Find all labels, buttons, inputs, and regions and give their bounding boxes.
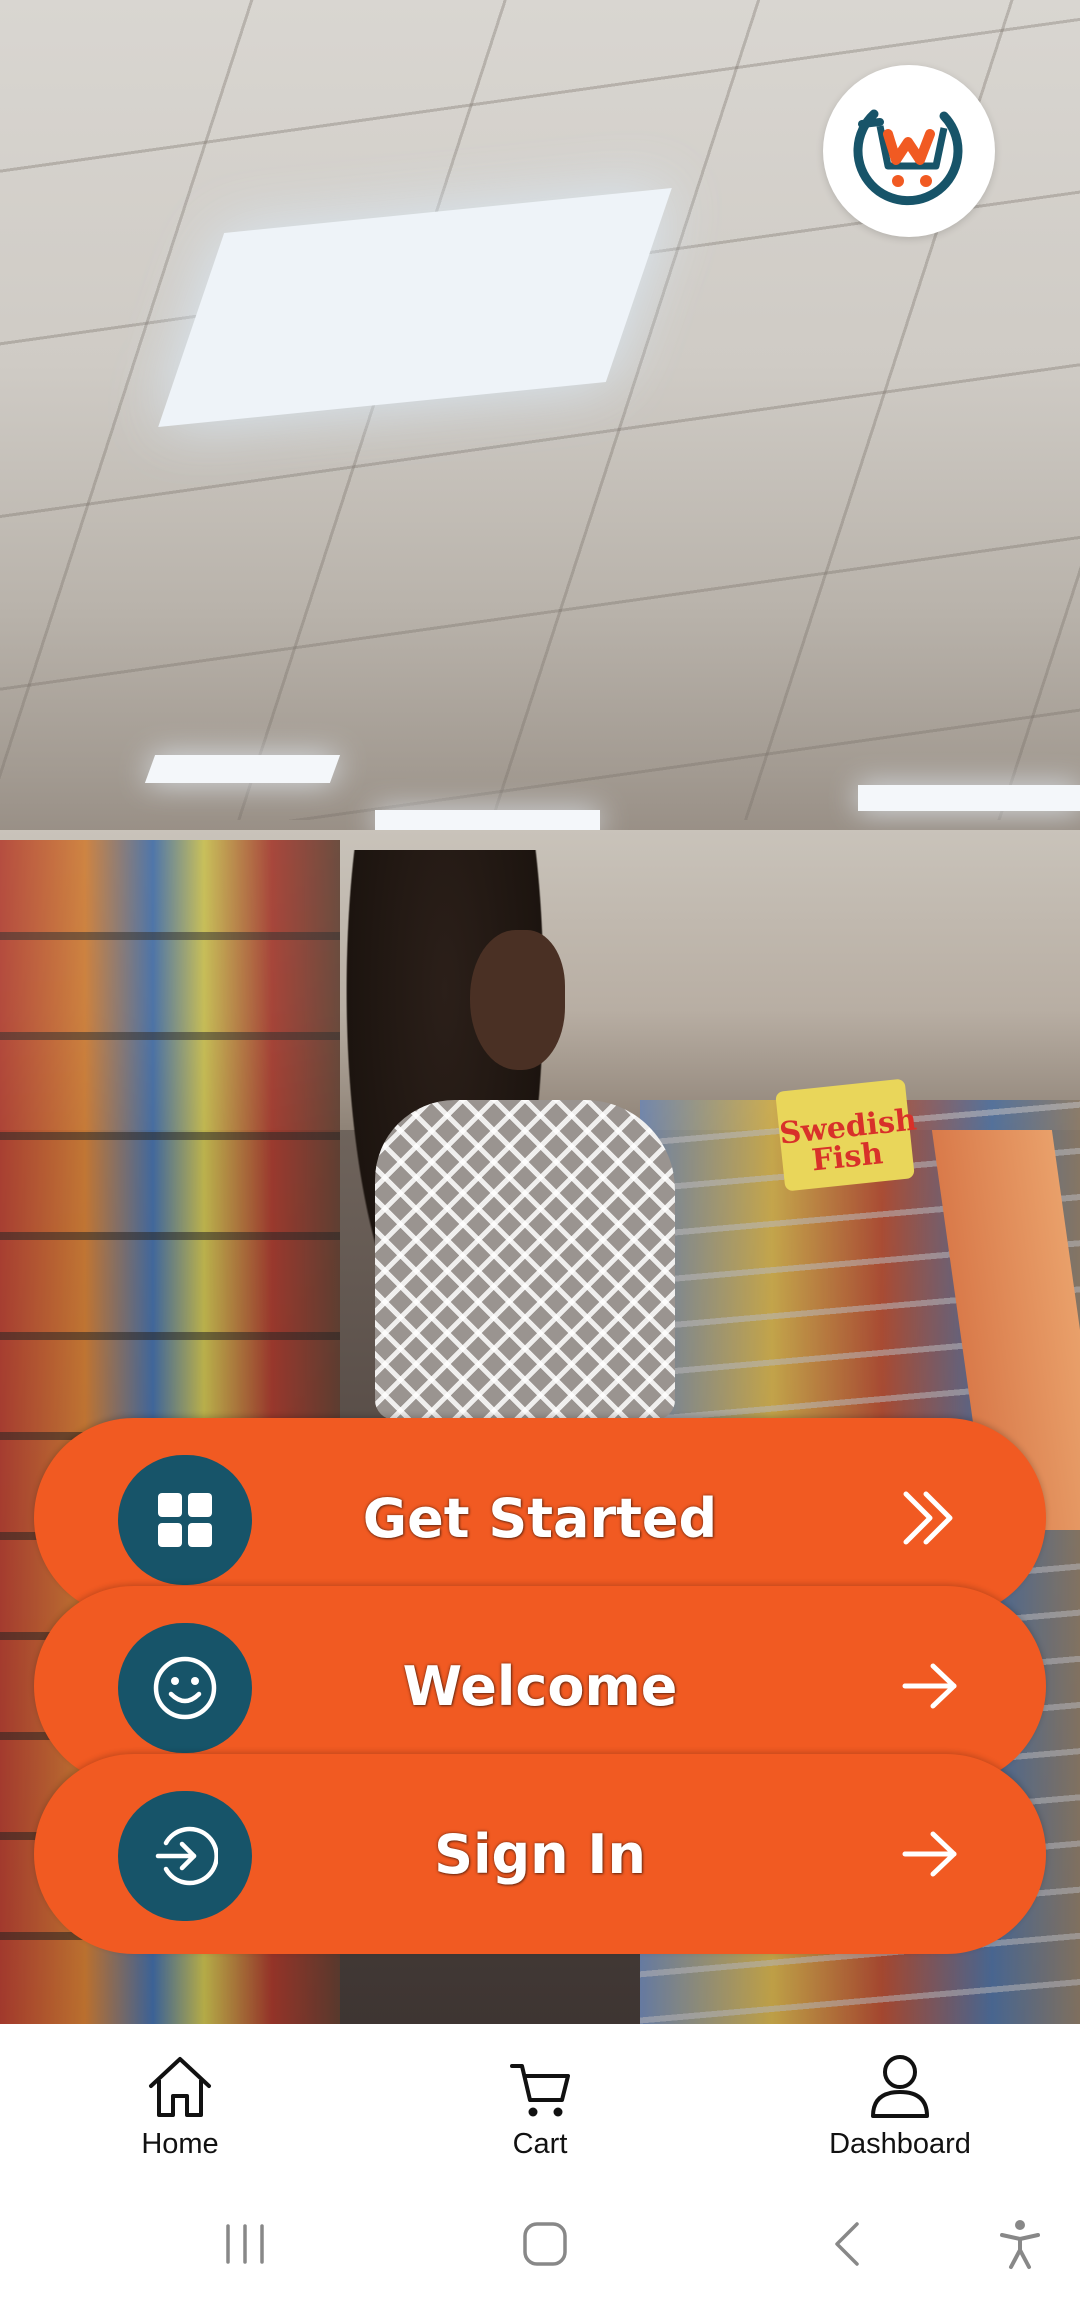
nav-label-dashboard: Dashboard — [829, 2128, 971, 2160]
candy-package: Swedish Fish — [775, 1078, 919, 1192]
app-logo[interactable] — [823, 65, 995, 237]
nav-item-home[interactable]: Home — [50, 2044, 310, 2184]
user-icon — [868, 2044, 932, 2120]
nav-item-cart[interactable]: Cart — [410, 2044, 670, 2184]
recent-apps-icon[interactable] — [210, 2212, 280, 2276]
ceiling-light-tube — [375, 810, 600, 832]
accessibility-icon[interactable] — [988, 2212, 1052, 2276]
shopper-face — [470, 930, 565, 1070]
double-chevron-right-icon — [898, 1488, 962, 1548]
candy-package-text: Swedish Fish — [777, 1102, 919, 1179]
back-icon[interactable] — [815, 2212, 879, 2276]
sign-in-label: Sign In — [434, 1822, 646, 1886]
bottom-navigation: Home Cart Dashboard — [0, 2024, 1080, 2192]
arrow-right-icon — [898, 1656, 962, 1716]
shopper-body — [375, 1100, 675, 1420]
shopping-cart-logo-icon — [853, 109, 963, 206]
sign-in-button[interactable]: Sign In — [34, 1754, 1046, 1954]
arrow-right-icon — [898, 1824, 962, 1884]
home-circle-icon[interactable] — [510, 2212, 580, 2276]
system-navigation-bar — [0, 2192, 1080, 2297]
ceiling-light-tube — [144, 755, 341, 783]
home-icon — [145, 2044, 215, 2120]
ceiling-light-tube — [858, 785, 1080, 811]
action-buttons: Get Started Welcome Sign In — [34, 1418, 1046, 1954]
nav-label-home: Home — [141, 2128, 219, 2160]
nav-label-cart: Cart — [512, 2128, 568, 2160]
nav-item-dashboard[interactable]: Dashboard — [770, 2044, 1030, 2184]
cart-icon — [508, 2044, 572, 2120]
